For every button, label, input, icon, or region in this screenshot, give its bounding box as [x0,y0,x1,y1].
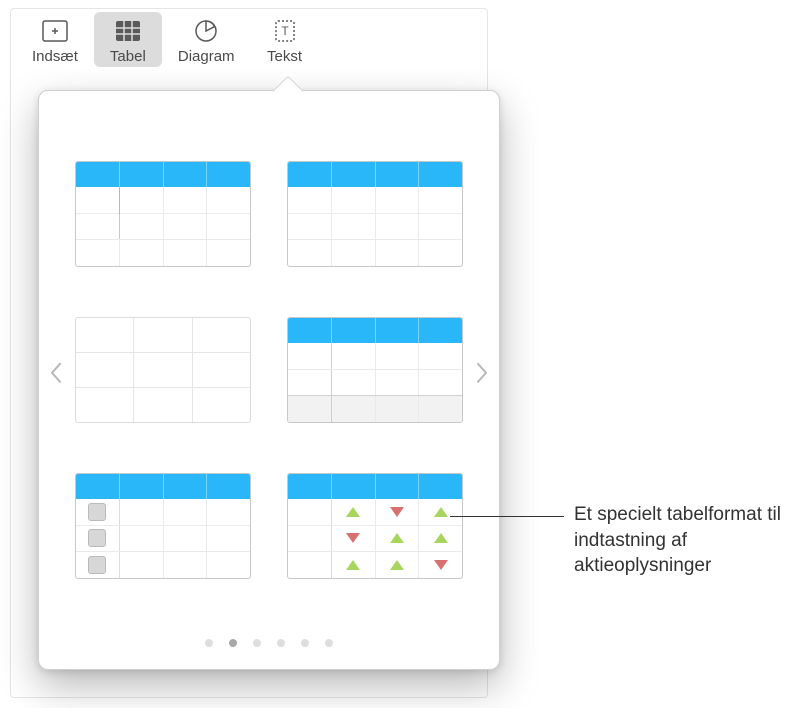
page-dot-4[interactable] [277,639,285,647]
text-label: Tekst [267,48,302,65]
stock-up-icon [390,533,404,543]
checkbox-icon [88,503,106,521]
table-label: Tabel [110,48,146,65]
text-button[interactable]: T Tekst [251,12,319,67]
table-style-blue-header-footer[interactable] [287,317,463,423]
toolbar: Indsæt Tabel Diagram T Tekst [20,12,319,67]
next-page-button[interactable] [471,349,493,401]
page-dot-6[interactable] [325,639,333,647]
stock-up-icon [346,560,360,570]
svg-text:T: T [281,24,289,38]
stock-down-icon [346,533,360,543]
stock-up-icon [390,560,404,570]
chart-button[interactable]: Diagram [166,12,247,67]
page-dot-2[interactable] [229,639,237,647]
table-button[interactable]: Tabel [94,12,162,67]
table-style-blue-header-simple[interactable] [287,161,463,267]
table-icon [106,16,150,46]
text-icon: T [263,16,307,46]
table-style-grid [75,148,463,592]
insert-icon [33,16,77,46]
callout-line [450,516,564,517]
stock-up-icon [346,507,360,517]
insert-label: Indsæt [32,48,78,65]
checkbox-icon [88,556,106,574]
prev-page-button[interactable] [45,349,67,401]
insert-button[interactable]: Indsæt [20,12,90,67]
stock-up-icon [434,507,448,517]
page-dot-1[interactable] [205,639,213,647]
page-dot-3[interactable] [253,639,261,647]
stock-down-icon [434,560,448,570]
stock-up-icon [434,533,448,543]
chart-label: Diagram [178,48,235,65]
chart-icon [184,16,228,46]
table-style-no-header-plain[interactable] [75,317,251,423]
page-indicator [205,639,333,647]
table-style-blue-header-rowheader[interactable] [75,161,251,267]
page-dot-5[interactable] [301,639,309,647]
table-styles-popover [38,90,500,670]
stock-down-icon [390,507,404,517]
table-style-blue-header-stock[interactable] [287,473,463,579]
table-style-blue-header-checklist[interactable] [75,473,251,579]
checkbox-icon [88,529,106,547]
callout-text: Et specielt tabelformat til indtastning … [574,502,804,579]
